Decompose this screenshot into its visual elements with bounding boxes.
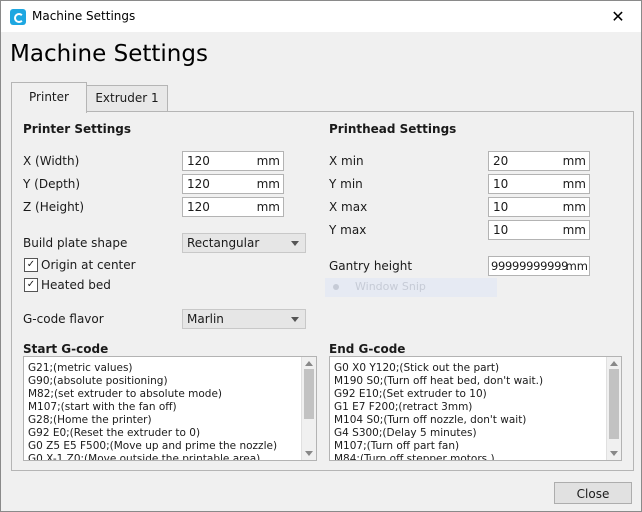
gcode-flavor-value: Marlin — [187, 312, 224, 326]
x-min-value: 20 — [493, 154, 509, 168]
x-max-value: 10 — [493, 200, 509, 214]
y-max-value: 10 — [493, 223, 509, 237]
x-width-value: 120 — [187, 154, 210, 168]
end-gcode-heading: End G-code — [329, 342, 406, 356]
gcode-flavor-select[interactable]: Marlin — [182, 309, 306, 329]
y-max-unit: mm — [562, 223, 586, 237]
end-gcode-editor[interactable]: G0 X0 Y120;(Stick out the part) M190 S0;(… — [329, 356, 622, 461]
start-gcode-editor[interactable]: G21;(metric values) G90;(absolute positio… — [23, 356, 317, 461]
end-line: M190 S0;(Turn off heat bed, don't wait.) — [334, 375, 544, 387]
z-height-unit: mm — [256, 200, 280, 214]
start-line: G0 Z5 E5 F500;(Move up and prime the noz… — [28, 440, 278, 452]
end-line: G92 E10;(Set extruder to 10) — [334, 388, 487, 400]
y-depth-value: 120 — [187, 177, 210, 191]
heated-bed-checkbox[interactable]: ✓ — [24, 278, 38, 292]
x-width-field[interactable]: 120 mm — [182, 151, 284, 171]
printer-settings-heading: Printer Settings — [23, 122, 131, 136]
tab-extruder-1[interactable]: Extruder 1 — [86, 85, 168, 111]
start-line: G28;(Home the printer) — [28, 414, 152, 426]
chevron-down-icon — [291, 241, 299, 246]
z-height-field[interactable]: 120 mm — [182, 197, 284, 217]
end-line: G0 X0 Y120;(Stick out the part) — [334, 362, 500, 374]
start-line: M107;(start with the fan off) — [28, 401, 177, 413]
build-plate-shape-select[interactable]: Rectangular — [182, 233, 306, 253]
start-line: G21;(metric values) — [28, 362, 133, 374]
cura-app-icon — [10, 9, 26, 25]
y-depth-field[interactable]: 120 mm — [182, 174, 284, 194]
scroll-down-icon[interactable] — [610, 451, 618, 456]
gantry-height-unit: mm — [565, 259, 588, 273]
build-plate-shape-label: Build plate shape — [23, 236, 128, 250]
x-width-label: X (Width) — [23, 154, 80, 168]
end-line: G4 S300;(Delay 5 minutes) — [334, 427, 477, 439]
gcode-flavor-label: G-code flavor — [23, 312, 104, 326]
x-max-label: X max — [329, 200, 368, 214]
x-width-unit: mm — [256, 154, 280, 168]
y-max-field[interactable]: 10 mm — [488, 220, 590, 240]
start-gcode-heading: Start G-code — [23, 342, 109, 356]
x-min-field[interactable]: 20 mm — [488, 151, 590, 171]
start-gcode-lines: G21;(metric values) G90;(absolute positio… — [28, 362, 300, 461]
end-line: M84;(Turn off stepper motors.) — [334, 453, 495, 461]
origin-at-center-label: Origin at center — [41, 258, 136, 272]
window-snip-overlay: Window Snip — [325, 278, 497, 297]
machine-settings-window: Machine Settings ✕ Machine Settings Prin… — [0, 0, 642, 512]
build-plate-shape-value: Rectangular — [187, 236, 260, 250]
y-depth-label: Y (Depth) — [23, 177, 81, 191]
scroll-up-icon[interactable] — [305, 361, 313, 366]
window-close-icon[interactable]: ✕ — [595, 1, 641, 32]
scroll-up-icon[interactable] — [610, 361, 618, 366]
gantry-height-label: Gantry height — [329, 259, 413, 273]
y-min-label: Y min — [329, 177, 363, 191]
start-line: G90;(absolute positioning) — [28, 375, 168, 387]
title-bar: Machine Settings ✕ — [1, 1, 641, 32]
end-line: M104 S0;(Turn off nozzle, don't wait) — [334, 414, 527, 426]
start-line: G92 E0;(Reset the extruder to 0) — [28, 427, 201, 439]
y-min-field[interactable]: 10 mm — [488, 174, 590, 194]
scroll-down-icon[interactable] — [305, 451, 313, 456]
y-max-label: Y max — [329, 223, 367, 237]
printhead-settings-heading: Printhead Settings — [329, 122, 457, 136]
start-line: M82;(set extruder to absolute mode) — [28, 388, 223, 400]
x-max-field[interactable]: 10 mm — [488, 197, 590, 217]
end-line: G1 E7 F200;(retract 3mm) — [334, 401, 473, 413]
x-min-label: X min — [329, 154, 364, 168]
y-min-unit: mm — [562, 177, 586, 191]
end-line: M107;(Turn off part fan) — [334, 440, 460, 452]
heated-bed-label: Heated bed — [41, 278, 111, 292]
start-line: G0 X-1 Z0;(Move outside the printable ar… — [28, 453, 261, 461]
chevron-down-icon — [291, 317, 299, 322]
scroll-thumb[interactable] — [609, 369, 619, 439]
scroll-thumb[interactable] — [304, 369, 314, 419]
origin-at-center-checkbox[interactable]: ✓ — [24, 258, 38, 272]
y-depth-unit: mm — [256, 177, 280, 191]
end-gcode-scrollbar[interactable] — [606, 357, 621, 460]
gantry-height-value: 99999999999 — [491, 259, 569, 273]
close-button[interactable]: Close — [554, 482, 632, 504]
end-gcode-lines: G0 X0 Y120;(Stick out the part) M190 S0;(… — [334, 362, 605, 461]
window-title: Machine Settings — [32, 9, 136, 23]
page-title: Machine Settings — [10, 41, 208, 67]
z-height-value: 120 — [187, 200, 210, 214]
x-max-unit: mm — [562, 200, 586, 214]
snip-label: Window Snip — [355, 280, 426, 293]
z-height-label: Z (Height) — [23, 200, 85, 214]
tab-printer[interactable]: Printer — [11, 82, 87, 113]
x-min-unit: mm — [562, 154, 586, 168]
y-min-value: 10 — [493, 177, 509, 191]
gantry-height-field[interactable]: 99999999999 mm — [488, 256, 590, 276]
start-gcode-scrollbar[interactable] — [301, 357, 316, 460]
snip-icon — [333, 284, 339, 290]
